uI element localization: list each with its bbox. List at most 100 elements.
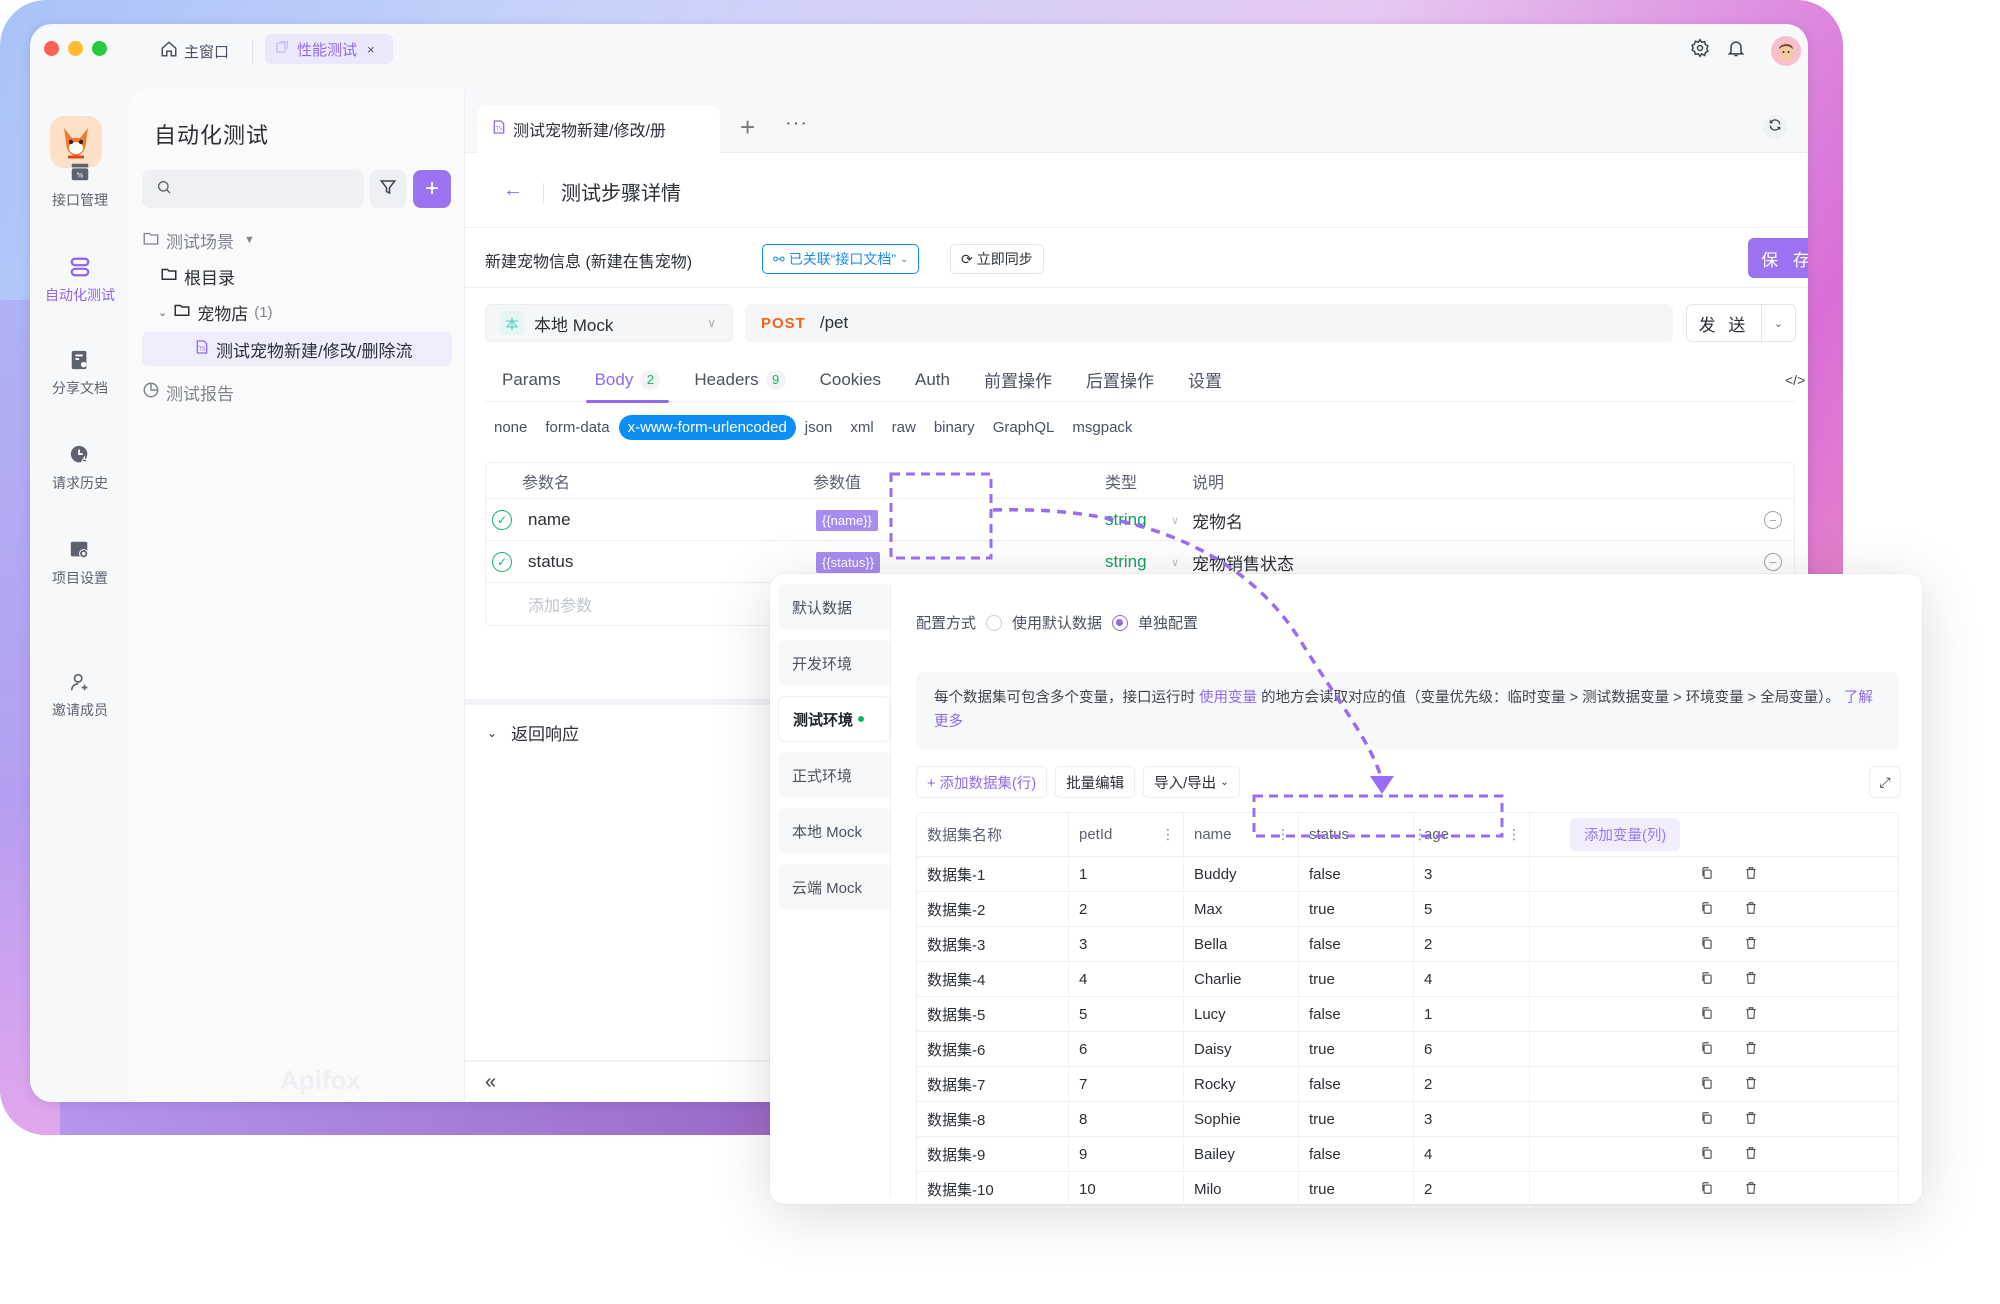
dataset-name-cell[interactable]: 数据集-2 xyxy=(917,892,1069,926)
copy-icon[interactable] xyxy=(1700,1076,1714,1093)
remove-param-icon[interactable]: − xyxy=(1764,553,1782,571)
name-cell[interactable]: Bella xyxy=(1184,927,1299,961)
trash-icon[interactable] xyxy=(1744,1041,1758,1058)
nav-item-share-docs[interactable]: 分享文档 xyxy=(30,348,130,398)
enabled-checkbox[interactable]: ✓ xyxy=(492,510,512,530)
age-cell[interactable]: 6 xyxy=(1414,1032,1530,1066)
age-cell[interactable]: 2 xyxy=(1414,1172,1530,1207)
name-cell[interactable]: Buddy xyxy=(1184,857,1299,891)
param-description[interactable]: 宠物名 xyxy=(1192,499,1243,541)
trash-icon[interactable] xyxy=(1744,936,1758,953)
petid-cell[interactable]: 7 xyxy=(1069,1067,1184,1101)
url-input[interactable]: POST /pet xyxy=(745,304,1673,342)
dataset-name-cell[interactable]: 数据集-6 xyxy=(917,1032,1069,1066)
petid-cell[interactable]: 9 xyxy=(1069,1137,1184,1171)
close-tab-icon[interactable]: × xyxy=(367,42,375,57)
dataset-name-cell[interactable]: 数据集-8 xyxy=(917,1102,1069,1136)
name-cell[interactable]: Daisy xyxy=(1184,1032,1299,1066)
linked-doc-dropdown[interactable]: ⚯ 已关联“接口文档” ⌄ xyxy=(762,244,920,274)
tab-body[interactable]: Body 2 xyxy=(578,358,678,403)
petid-cell[interactable]: 5 xyxy=(1069,997,1184,1031)
tab-post-processors[interactable]: 后置操作 xyxy=(1069,358,1171,402)
status-cell[interactable]: true xyxy=(1299,1102,1414,1136)
petid-cell[interactable]: 4 xyxy=(1069,962,1184,996)
status-cell[interactable]: false xyxy=(1299,997,1414,1031)
maximize-window-button[interactable] xyxy=(92,41,107,56)
trash-icon[interactable] xyxy=(1744,1006,1758,1023)
dataset-name-cell[interactable]: 数据集-3 xyxy=(917,927,1069,961)
radio-custom-config-label[interactable]: 单独配置 xyxy=(1138,612,1198,633)
column-menu-icon[interactable]: ⋮ xyxy=(1276,826,1290,843)
add-scenario-button[interactable]: + xyxy=(413,170,451,208)
env-local-mock[interactable]: 本地 Mock xyxy=(778,808,890,854)
petid-cell[interactable]: 8 xyxy=(1069,1102,1184,1136)
name-cell[interactable]: Rocky xyxy=(1184,1067,1299,1101)
refresh-button[interactable] xyxy=(1763,115,1787,139)
age-cell[interactable]: 3 xyxy=(1414,1102,1530,1136)
tree-reports[interactable]: 测试报告 xyxy=(130,375,465,409)
tab-params[interactable]: Params xyxy=(485,358,578,402)
radio-use-default[interactable] xyxy=(986,614,1003,631)
body-type-graphql[interactable]: GraphQL xyxy=(984,415,1064,440)
body-type-none[interactable]: none xyxy=(485,415,536,440)
name-cell[interactable]: Max xyxy=(1184,892,1299,926)
env-testing[interactable]: 测试环境 xyxy=(778,696,890,742)
tree-root-folder[interactable]: 根目录 xyxy=(130,259,465,293)
dataset-name-cell[interactable]: 数据集-9 xyxy=(917,1137,1069,1171)
back-arrow-icon[interactable]: ← xyxy=(503,179,523,202)
status-cell[interactable]: true xyxy=(1299,962,1414,996)
body-type-xml[interactable]: xml xyxy=(841,415,882,440)
column-header-status[interactable]: status ⋮ xyxy=(1299,813,1427,856)
dataset-name-cell[interactable]: 数据集-7 xyxy=(917,1067,1069,1101)
settings-button[interactable] xyxy=(1686,36,1714,64)
status-cell[interactable]: true xyxy=(1299,1172,1414,1207)
nav-item-invite-member[interactable]: 邀请成员 xyxy=(30,670,130,720)
user-avatar[interactable] xyxy=(1771,36,1801,66)
copy-icon[interactable] xyxy=(1700,1111,1714,1128)
status-cell[interactable]: false xyxy=(1299,857,1414,891)
param-name[interactable]: status xyxy=(528,541,573,583)
param-name[interactable]: name xyxy=(528,499,571,541)
tab-auth[interactable]: Auth xyxy=(898,358,967,402)
radio-use-default-label[interactable]: 使用默认数据 xyxy=(1012,612,1102,633)
env-production[interactable]: 正式环境 xyxy=(778,752,890,798)
body-type-msgpack[interactable]: msgpack xyxy=(1063,415,1141,440)
dataset-name-cell[interactable]: 数据集-10 xyxy=(917,1172,1069,1207)
import-export-dropdown[interactable]: 导入/导出 ⌄ xyxy=(1143,766,1240,798)
copy-icon[interactable] xyxy=(1700,866,1714,883)
doc-tab-active[interactable]: TS 测试宠物新建/修改/册 xyxy=(477,105,720,153)
environment-select[interactable]: 本 本地 Mock ∨ xyxy=(485,304,733,342)
tree-petstore-folder[interactable]: ⌄ 宠物店 (1) xyxy=(130,295,465,329)
trash-icon[interactable] xyxy=(1744,1181,1758,1198)
name-cell[interactable]: Lucy xyxy=(1184,997,1299,1031)
sidebar-search-input[interactable] xyxy=(142,170,364,208)
add-dataset-button[interactable]: + 添加数据集(行) xyxy=(916,766,1048,798)
tab-cookies[interactable]: Cookies xyxy=(803,358,898,402)
batch-edit-button[interactable]: 批量编辑 xyxy=(1055,766,1136,798)
param-value-variable[interactable]: {{status}} xyxy=(816,551,881,573)
radio-custom-config[interactable] xyxy=(1112,614,1129,631)
minimize-window-button[interactable] xyxy=(68,41,83,56)
notifications-button[interactable] xyxy=(1722,36,1750,64)
column-menu-icon[interactable]: ⋮ xyxy=(1507,826,1521,843)
chevron-down-icon[interactable]: ∨ xyxy=(1171,499,1179,541)
status-cell[interactable]: false xyxy=(1299,1067,1414,1101)
response-section-toggle[interactable]: ⌄ 返回响应 xyxy=(487,720,579,745)
name-cell[interactable]: Bailey xyxy=(1184,1137,1299,1171)
add-param-input[interactable]: 添加参数 xyxy=(528,583,592,625)
age-cell[interactable]: 4 xyxy=(1414,962,1530,996)
age-cell[interactable]: 2 xyxy=(1414,927,1530,961)
dataset-name-cell[interactable]: 数据集-4 xyxy=(917,962,1069,996)
column-header-name[interactable]: name ⋮ xyxy=(1184,813,1299,856)
petid-cell[interactable]: 1 xyxy=(1069,857,1184,891)
nav-item-automation-test[interactable]: 自动化测试 xyxy=(30,255,130,305)
copy-icon[interactable] xyxy=(1700,901,1714,918)
age-cell[interactable]: 4 xyxy=(1414,1137,1530,1171)
name-cell[interactable]: Sophie xyxy=(1184,1102,1299,1136)
use-variable-link[interactable]: 使用变量 xyxy=(1199,690,1257,706)
age-cell[interactable]: 5 xyxy=(1414,892,1530,926)
expand-button[interactable]: ⤢ xyxy=(1869,766,1901,798)
status-cell[interactable]: true xyxy=(1299,1032,1414,1066)
nav-item-api-management[interactable]: % 接口管理 xyxy=(30,160,130,210)
copy-icon[interactable] xyxy=(1700,936,1714,953)
